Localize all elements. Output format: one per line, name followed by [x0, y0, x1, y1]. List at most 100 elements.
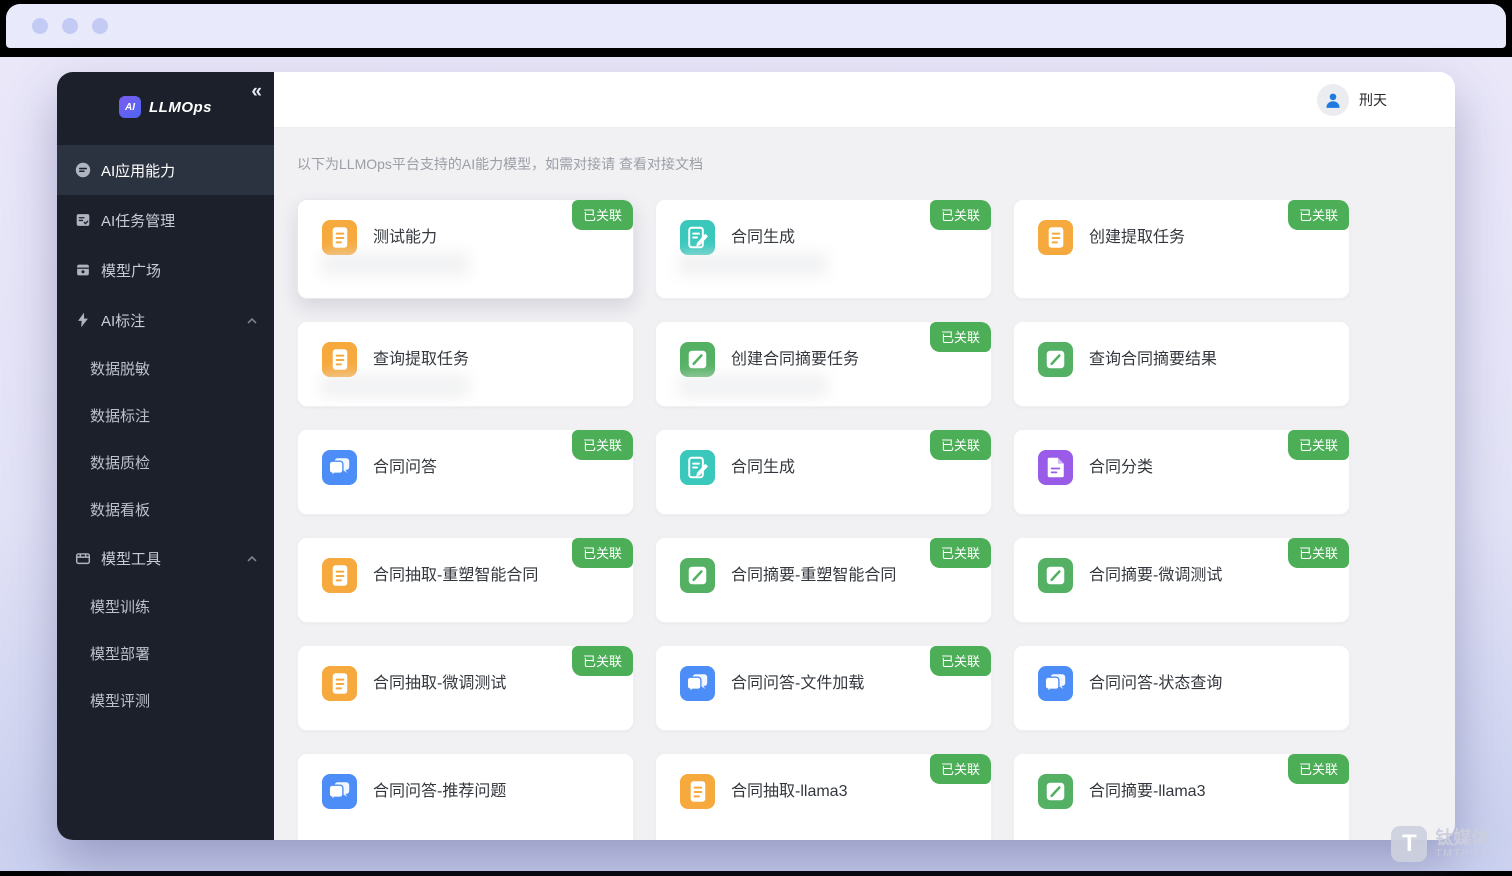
- capability-card[interactable]: 合同生成已关联: [655, 199, 992, 299]
- capability-card[interactable]: 查询合同摘要结果: [1013, 321, 1350, 407]
- sidebar-item-3[interactable]: AI标注: [57, 295, 274, 345]
- sidebar-item-label: AI任务管理: [101, 210, 258, 231]
- window-control-dot[interactable]: [32, 18, 48, 34]
- capability-card[interactable]: 测试能力 已关联: [297, 199, 634, 299]
- window-control-dot[interactable]: [62, 18, 78, 34]
- capability-card[interactable]: 合同问答-状态查询: [1013, 645, 1350, 731]
- card-title: 创建提取任务: [1089, 220, 1185, 255]
- username[interactable]: 刑天: [1359, 90, 1387, 110]
- capability-card[interactable]: 合同抽取-重塑智能合同 已关联: [297, 537, 634, 623]
- card-title: 测试能力: [373, 220, 437, 255]
- sidebar-item-6[interactable]: 数据质检: [57, 439, 274, 486]
- capability-description: 以下为LLMOps平台支持的AI能力模型，如需对接请 查看对接文档: [297, 154, 1455, 174]
- sidebar-item-5[interactable]: 数据标注: [57, 392, 274, 439]
- capability-card[interactable]: 合同摘要-llama3 已关联: [1013, 753, 1350, 840]
- chevron-up-icon[interactable]: [246, 314, 258, 326]
- linked-status-badge: 已关联: [572, 646, 633, 676]
- sidebar-item-label: 模型广场: [101, 260, 258, 281]
- card-title: 合同摘要-微调测试: [1089, 558, 1222, 593]
- app-window: AI LLMOps « AI应用能力 AI任务管理模型广场 AI标注数据脱敏数据标注…: [57, 72, 1455, 840]
- capability-card[interactable]: 创建提取任务已关联: [1013, 199, 1350, 299]
- sidebar-item-label: 模型评测: [90, 690, 258, 711]
- sidebar-item-1[interactable]: AI任务管理: [57, 195, 274, 245]
- sidebar-item-10[interactable]: 模型部署: [57, 630, 274, 677]
- capability-card-grid: 测试能力已关联合同生成已关联创建提取任务已关联查询提取任务创建合同摘要任务已关联…: [297, 199, 1350, 840]
- sidebar-item-label: 模型训练: [90, 596, 258, 617]
- folder-purple-icon: [1038, 450, 1073, 485]
- pen-green-icon: [1038, 558, 1073, 593]
- blurred-description: [678, 374, 828, 398]
- browser-title-bar: [6, 4, 1506, 48]
- linked-status-badge: 已关联: [1288, 754, 1349, 784]
- card-title: 合同抽取-重塑智能合同: [373, 558, 538, 593]
- card-title: 合同摘要-重塑智能合同: [731, 558, 896, 593]
- card-title: 合同问答-推荐问题: [373, 774, 506, 809]
- description-text: 以下为LLMOps平台支持的AI能力模型，如需对接请: [297, 156, 619, 172]
- capability-card[interactable]: 合同生成已关联: [655, 429, 992, 515]
- linked-status-badge: 已关联: [1288, 430, 1349, 460]
- linked-status-badge: 已关联: [930, 322, 991, 352]
- sidebar-item-8[interactable]: 模型工具: [57, 533, 274, 583]
- linked-status-badge: 已关联: [930, 754, 991, 784]
- linked-status-badge: 已关联: [930, 646, 991, 676]
- doc-orange-icon: [1038, 220, 1073, 255]
- sidebar-menu: AI应用能力 AI任务管理模型广场 AI标注数据脱敏数据标注数据质检数据看板模型工具…: [57, 145, 274, 724]
- blurred-description: [678, 252, 828, 276]
- capability-card[interactable]: 合同问答已关联: [297, 429, 634, 515]
- sidebar-item-0[interactable]: AI应用能力: [57, 145, 274, 195]
- pen-green-icon: [1038, 342, 1073, 377]
- capability-card[interactable]: 查询提取任务: [297, 321, 634, 407]
- linked-status-badge: 已关联: [572, 200, 633, 230]
- chevron-up-icon[interactable]: [246, 552, 258, 564]
- sidebar-item-7[interactable]: 数据看板: [57, 486, 274, 533]
- linked-status-badge: 已关联: [572, 538, 633, 568]
- doc-teal-icon: [680, 450, 715, 485]
- capability-card[interactable]: 合同问答-文件加载 已关联: [655, 645, 992, 731]
- pen-green-icon: [680, 558, 715, 593]
- capability-card[interactable]: 合同摘要-微调测试已关联: [1013, 537, 1350, 623]
- window-control-dot[interactable]: [92, 18, 108, 34]
- sidebar-item-label: 数据质检: [90, 452, 258, 473]
- model-market-icon: [74, 261, 92, 279]
- integration-doc-link[interactable]: 查看对接文档: [619, 156, 703, 172]
- doc-teal-icon: [680, 220, 715, 255]
- sidebar-item-label: AI应用能力: [101, 160, 258, 181]
- card-title: 合同问答-文件加载: [731, 666, 864, 701]
- sidebar-item-label: AI标注: [101, 310, 246, 331]
- task-manage-icon: [74, 211, 92, 229]
- top-header: 刑天: [274, 72, 1455, 128]
- doc-orange-icon: [322, 558, 357, 593]
- ai-app-icon: [74, 161, 92, 179]
- sidebar-item-label: 数据看板: [90, 499, 258, 520]
- user-avatar[interactable]: [1317, 84, 1349, 116]
- card-title: 合同分类: [1089, 450, 1153, 485]
- card-title: 合同抽取-微调测试: [373, 666, 506, 701]
- capability-card[interactable]: 合同问答-推荐问题: [297, 753, 634, 840]
- sidebar-item-2[interactable]: 模型广场: [57, 245, 274, 295]
- doc-orange-icon: [680, 774, 715, 809]
- app-logo-text: LLMOps: [149, 99, 212, 116]
- capability-card[interactable]: 合同分类 已关联: [1013, 429, 1350, 515]
- sidebar-item-4[interactable]: 数据脱敏: [57, 345, 274, 392]
- card-title: 合同摘要-llama3: [1089, 774, 1205, 809]
- chat-blue-icon: [680, 666, 715, 701]
- capability-card[interactable]: 合同抽取-微调测试 已关联: [297, 645, 634, 731]
- sidebar-item-11[interactable]: 模型评测: [57, 677, 274, 724]
- linked-status-badge: 已关联: [930, 538, 991, 568]
- app-logo: AI LLMOps «: [57, 72, 274, 142]
- capability-card[interactable]: 合同抽取-llama3 已关联: [655, 753, 992, 840]
- card-title: 查询提取任务: [373, 342, 469, 377]
- sidebar-item-9[interactable]: 模型训练: [57, 583, 274, 630]
- linked-status-badge: 已关联: [930, 430, 991, 460]
- card-title: 合同问答-状态查询: [1089, 666, 1222, 701]
- blurred-description: [320, 374, 470, 398]
- sidebar-item-label: 模型部署: [90, 643, 258, 664]
- person-icon: [1322, 89, 1344, 111]
- pen-green-icon: [1038, 774, 1073, 809]
- card-title: 合同抽取-llama3: [731, 774, 847, 809]
- capability-card[interactable]: 创建合同摘要任务已关联: [655, 321, 992, 407]
- sidebar: AI LLMOps « AI应用能力 AI任务管理模型广场 AI标注数据脱敏数据标注…: [57, 72, 274, 840]
- sidebar-collapse-icon[interactable]: «: [251, 82, 262, 101]
- capability-card[interactable]: 合同摘要-重塑智能合同 已关联: [655, 537, 992, 623]
- doc-orange-icon: [322, 220, 357, 255]
